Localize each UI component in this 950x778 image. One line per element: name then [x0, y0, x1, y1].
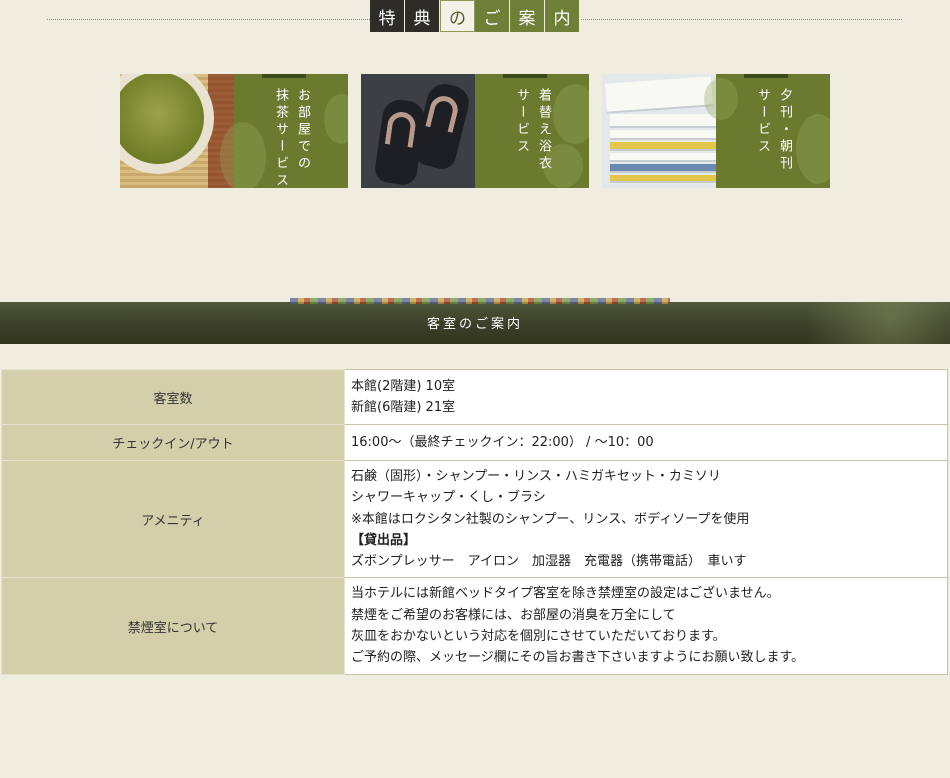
table-row: 禁煙室について 当ホテルには新館ベッドタイプ客室を除き禁煙室の設定はございません… [1, 577, 948, 675]
table-row: チェックイン/アウト 16:00～（最終チェックイン：22:00） / ～10：… [1, 424, 948, 461]
benefit-panel: 夕刊・朝刊 サービス [704, 74, 830, 188]
row-value: 16:00～（最終チェックイン：22:00） / ～10：00 [344, 424, 948, 461]
benefit-panel: お部屋での 抹茶サービス [220, 74, 348, 188]
heading-char: ご [475, 0, 510, 32]
benefit-label: 夕刊・朝刊 サービス [755, 88, 792, 173]
heading-char: 典 [405, 0, 440, 32]
row-header: 禁煙室について [1, 577, 345, 675]
heading-char: の [440, 0, 475, 32]
benefit-card-yukata[interactable]: 着替え浴衣 サービス [361, 74, 589, 188]
rooms-banner-title: 客室のご案内 [426, 317, 523, 332]
value-line: ※本館はロクシタン社製のシャンプー、リンス、ボディソープを使用 [351, 511, 750, 527]
heading-char: 内 [545, 0, 580, 32]
value-line: シャワーキャップ・くし・ブラシ [351, 490, 546, 506]
newspaper-photo [602, 74, 716, 188]
value-line: 灰皿をおかないという対応を個別にさせていただいております。 [351, 629, 726, 645]
rooms-banner: 客室のご案内 [0, 298, 950, 344]
benefit-label: お部屋での 抹茶サービス [273, 88, 310, 188]
row-header: アメニティ [1, 459, 345, 579]
benefits-heading: 特 典 の ご 案 内 [370, 0, 580, 32]
row-header: チェックイン/アウト [1, 424, 345, 461]
row-value: 石鹸（固形）・シャンプー・リンス・ハミガキセット・カミソリ シャワーキャップ・く… [344, 459, 948, 579]
value-line: ズボンプレッサー アイロン 加湿器 充電器（携帯電話） 車いす [351, 554, 747, 570]
heading-char: 案 [510, 0, 545, 32]
row-header: 客室数 [1, 369, 345, 425]
benefit-card-matcha[interactable]: お部屋での 抹茶サービス [120, 74, 348, 188]
value-line: 当ホテルには新館ベッドタイプ客室を除き禁煙室の設定はございません。 [351, 586, 780, 602]
room-info-table: 客室数 本館(2階建) 10室 新館(6階建) 21室 チェックイン/アウト 1… [1, 369, 948, 675]
table-row: アメニティ 石鹸（固形）・シャンプー・リンス・ハミガキセット・カミソリ シャワー… [1, 459, 948, 579]
benefit-card-newspaper[interactable]: 夕刊・朝刊 サービス [602, 74, 830, 188]
heading-char: 特 [370, 0, 405, 32]
value-line: ご予約の際、メッセージ欄にその旨お書き下さいますようにお願い致します。 [351, 650, 805, 666]
row-value: 当ホテルには新館ベッドタイプ客室を除き禁煙室の設定はございません。 禁煙をご希望… [344, 577, 948, 675]
geta-photo [361, 74, 475, 188]
value-line: 新館(6階建) 21室 [351, 400, 456, 415]
benefit-label: 着替え浴衣 サービス [514, 88, 551, 173]
value-line: 禁煙をご希望のお客様には、お部屋の消臭を万全にして [351, 607, 676, 623]
value-line: 石鹸（固形）・シャンプー・リンス・ハミガキセット・カミソリ [351, 469, 721, 484]
rental-items-heading: 【貸出品】 [351, 532, 417, 548]
table-row: 客室数 本館(2階建) 10室 新館(6階建) 21室 [1, 369, 948, 425]
benefit-panel: 着替え浴衣 サービス [475, 74, 589, 188]
value-line: 16:00～（最終チェックイン：22:00） / ～10：00 [351, 434, 654, 450]
row-value: 本館(2階建) 10室 新館(6階建) 21室 [344, 369, 948, 425]
matcha-photo [120, 74, 234, 188]
value-line: 本館(2階建) 10室 [351, 378, 456, 394]
